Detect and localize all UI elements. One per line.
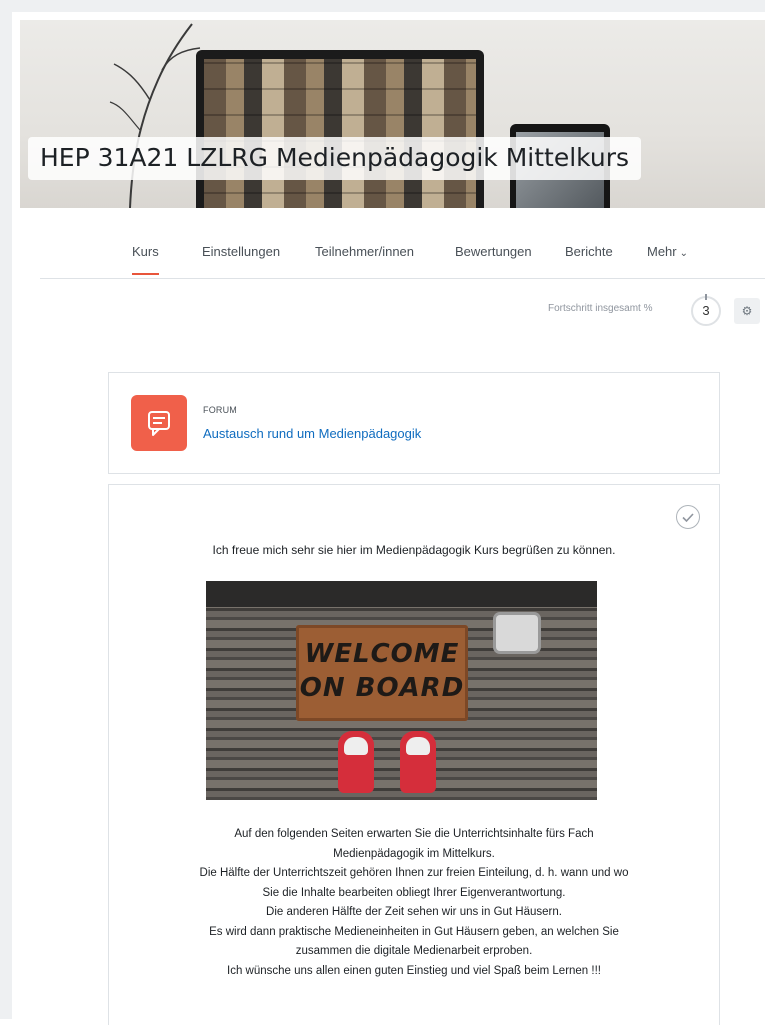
left-strip: [0, 0, 12, 1019]
greeting-text: Ich freue mich sehr sie hier im Medienpä…: [212, 543, 616, 557]
left-shoe-picture: [338, 731, 374, 793]
tab-teilnehmer[interactable]: Teilnehmer/innen: [315, 244, 414, 273]
progress-label: Fortschritt insgesamt %: [548, 303, 653, 314]
tab-kurs[interactable]: Kurs: [132, 244, 159, 275]
right-shoe-picture: [400, 731, 436, 793]
body-line: Die anderen Hälfte der Zeit sehen wir un…: [266, 906, 562, 918]
welcome-on-board-image: WELCOME ON BOARD: [206, 581, 597, 800]
monitor-picture: [196, 50, 484, 208]
forum-link[interactable]: Austausch rund um Medienpädagogik: [203, 426, 421, 441]
body-line: Es wird dann praktische Medieneinheiten …: [209, 925, 619, 938]
welcome-body-text: Auf den folgenden Seiten erwarten Sie di…: [109, 825, 719, 981]
tab-einstellungen[interactable]: Einstellungen: [202, 244, 280, 273]
chevron-down-icon: ⌄: [679, 248, 689, 259]
body-line: Sie die Inhalte bearbeiten obliegt Ihrer…: [262, 886, 566, 899]
activity-type-label: FORUM: [203, 405, 237, 415]
progress-indicator: 3: [691, 294, 721, 326]
top-strip: [0, 0, 765, 12]
tab-mehr-label: Mehr: [647, 244, 677, 259]
body-line: Auf den folgenden Seiten erwarten Sie di…: [234, 828, 594, 840]
body-line: zusammen die digitale Medienarbeit erpro…: [295, 945, 533, 957]
course-navigation: Kurs Einstellungen Teilnehmer/innen Bewe…: [40, 232, 765, 279]
tab-mehr[interactable]: Mehr ⌄: [647, 244, 688, 273]
handle-picture: [496, 615, 538, 651]
body-line: Ich wünsche uns allen einen guten Einsti…: [227, 964, 601, 977]
forum-activity-card: FORUM Austausch rund um Medienpädagogik: [108, 372, 720, 474]
body-line: Medienpädagogik im Mittelkurs.: [333, 847, 495, 860]
course-title: HEP 31A21 LZLRG Medienpädagogik Mittelku…: [28, 137, 642, 180]
doormat-picture: WELCOME ON BOARD: [296, 625, 468, 721]
doormat-text-line2: ON BOARD: [299, 673, 465, 703]
doormat-text-line1: WELCOME: [304, 639, 460, 669]
tab-berichte[interactable]: Berichte: [565, 244, 613, 273]
forum-icon: [131, 395, 187, 451]
body-line: Die Hälfte der Unterrichtszeit gehören I…: [199, 867, 629, 879]
tab-bewertungen[interactable]: Bewertungen: [455, 244, 532, 273]
gear-icon[interactable]: ⚙: [734, 298, 760, 324]
welcome-label-card: Ich freue mich sehr sie hier im Medienpä…: [108, 484, 720, 1025]
check-circle-icon[interactable]: [676, 505, 700, 529]
